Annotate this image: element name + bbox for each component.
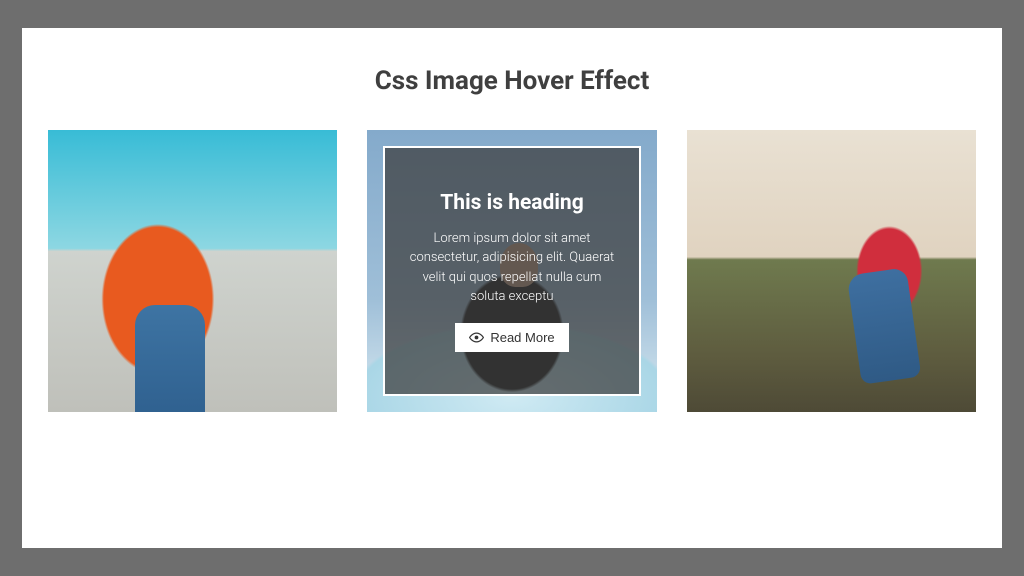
read-more-button[interactable]: Read More <box>455 323 568 352</box>
image-card-1[interactable] <box>48 130 337 412</box>
read-more-label: Read More <box>490 330 554 345</box>
eye-icon <box>469 330 484 345</box>
card-image-1 <box>48 130 337 412</box>
image-card-2[interactable]: This is heading Lorem ipsum dolor sit am… <box>367 130 656 412</box>
page-container: Css Image Hover Effect This is heading L… <box>22 28 1002 548</box>
overlay-body: Lorem ipsum dolor sit amet consectetur, … <box>405 229 618 307</box>
hover-overlay: This is heading Lorem ipsum dolor sit am… <box>383 146 640 396</box>
image-card-3[interactable] <box>687 130 976 412</box>
overlay-heading: This is heading <box>440 191 583 215</box>
card-row: This is heading Lorem ipsum dolor sit am… <box>48 130 976 412</box>
page-title: Css Image Hover Effect <box>48 66 976 96</box>
card-image-3 <box>687 130 976 412</box>
